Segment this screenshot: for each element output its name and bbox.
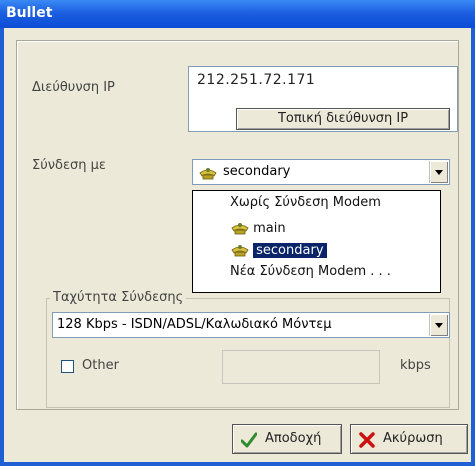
connection-dropdown-list: Χωρίς Σύνδεση Modem main secondary Νέα Σ… [192, 190, 441, 293]
close-icon [359, 432, 375, 448]
ip-label: Διεύθυνση IP [32, 80, 115, 95]
ok-button-label: Αποδοχή [265, 431, 322, 446]
dropdown-item-label: main [253, 221, 286, 236]
connection-select[interactable]: secondary [192, 159, 450, 185]
local-ip-button[interactable]: Τοπική διεύθυνση IP [236, 108, 450, 130]
phone-icon [231, 223, 249, 235]
title-bar[interactable]: Bullet [0, 0, 475, 28]
dropdown-item-secondary[interactable]: secondary [231, 241, 327, 258]
chevron-down-icon[interactable] [429, 314, 448, 336]
window-title: Bullet [6, 5, 53, 21]
chevron-down-icon[interactable] [429, 161, 448, 183]
dropdown-item-label: secondary [253, 243, 327, 258]
dropdown-item-no-modem[interactable]: Χωρίς Σύνδεση Modem [230, 195, 381, 210]
phone-icon [231, 245, 249, 257]
speed-group-label: Ταχύτητα Σύνδεσης [50, 290, 187, 305]
speed-selected-value: 128 Kbps - ISDN/ADSL/Καλωδιακό Μόντεμ [57, 317, 332, 332]
dropdown-item-new-modem[interactable]: Νέα Σύνδεση Modem . . . [230, 264, 391, 279]
phone-icon [199, 168, 217, 180]
ok-button[interactable]: Αποδοχή [232, 424, 342, 454]
ip-value: 212.251.72.171 [197, 72, 316, 88]
checkmark-icon [241, 432, 257, 448]
dropdown-item-main[interactable]: main [231, 219, 286, 236]
cancel-button-label: Ακύρωση [383, 431, 443, 446]
connection-label: Σύνδεση με [32, 158, 106, 173]
other-checkbox[interactable] [61, 360, 74, 373]
cancel-button[interactable]: Ακύρωση [350, 424, 468, 454]
connection-selected-value: secondary [223, 164, 291, 179]
other-label: Other [82, 358, 119, 373]
unit-label: kbps [400, 358, 431, 373]
dialog-window: Bullet Διεύθυνση IP 212.251.72.171 Τοπικ… [0, 0, 475, 466]
other-speed-input[interactable] [222, 350, 380, 384]
speed-select[interactable]: 128 Kbps - ISDN/ADSL/Καλωδιακό Μόντεμ [52, 312, 450, 338]
